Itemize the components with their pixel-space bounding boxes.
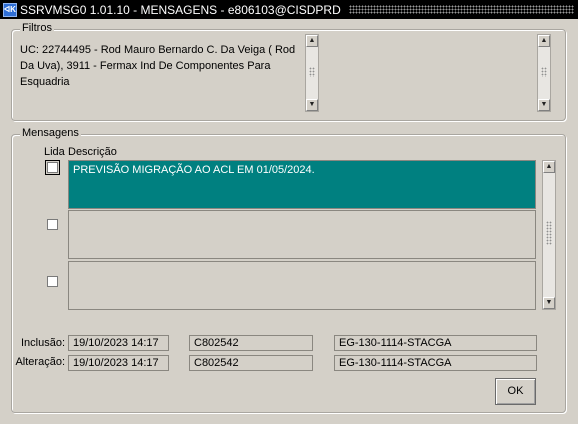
scroll-up-button[interactable]: ▲	[543, 161, 555, 173]
filters-legend: Filtros	[20, 22, 54, 34]
change-host-field[interactable]: EG-130-1114-STACGA	[334, 355, 537, 371]
arrow-up-icon: ▲	[540, 37, 548, 44]
scroll-grip-icon	[546, 221, 552, 245]
inclusion-date-field[interactable]: 19/10/2023 14:17	[68, 335, 169, 351]
app-window: ᐊK SSRVMSG0 1.01.10 - MENSAGENS - e80610…	[0, 0, 578, 424]
scroll-grip-icon	[541, 67, 547, 77]
inclusion-host-field[interactable]: EG-130-1114-STACGA	[334, 335, 537, 351]
arrow-down-icon: ▼	[540, 101, 548, 108]
inclusion-label: Inclusão:	[20, 337, 65, 349]
read-checkbox[interactable]	[45, 160, 60, 175]
messages-scrollbar[interactable]: ▲ ▼	[542, 160, 556, 310]
ok-button[interactable]: OK	[495, 378, 536, 405]
filters-scrollbar[interactable]: ▲ ▼	[305, 34, 319, 112]
read-checkbox[interactable]	[47, 219, 58, 230]
read-checkbox[interactable]	[47, 276, 58, 287]
window-title: SSRVMSG0 1.01.10 - MENSAGENS - e806103@C…	[20, 2, 341, 17]
message-row[interactable]: PREVISÃO MIGRAÇÃO AO ACL EM 01/05/2024.	[68, 160, 536, 209]
arrow-down-icon: ▼	[308, 101, 316, 108]
oracle-forms-icon: ᐊK	[3, 2, 17, 17]
message-description: PREVISÃO MIGRAÇÃO AO ACL EM 01/05/2024.	[73, 164, 315, 176]
filters-scrollbar-right[interactable]: ▲ ▼	[537, 34, 551, 112]
change-user-field[interactable]: C802542	[189, 355, 313, 371]
scroll-down-button[interactable]: ▼	[538, 99, 550, 111]
filters-text: UC: 22744495 - Rod Mauro Bernardo C. Da …	[20, 44, 296, 88]
message-row[interactable]	[68, 261, 536, 310]
title-bar-grip	[348, 5, 574, 14]
arrow-up-icon: ▲	[308, 37, 316, 44]
column-header-read: Lida	[44, 146, 65, 158]
change-label: Alteração:	[15, 356, 65, 368]
messages-legend: Mensagens	[20, 127, 81, 139]
title-bar[interactable]: ᐊK SSRVMSG0 1.01.10 - MENSAGENS - e80610…	[0, 0, 578, 19]
column-header-description: Descrição	[68, 146, 117, 158]
inclusion-user-field[interactable]: C802542	[189, 335, 313, 351]
arrow-up-icon: ▲	[545, 163, 553, 170]
window-body: Filtros UC: 22744495 - Rod Mauro Bernard…	[1, 19, 575, 421]
ok-button-label: OK	[507, 385, 524, 397]
scroll-down-button[interactable]: ▼	[543, 297, 555, 309]
scroll-up-button[interactable]: ▲	[538, 35, 550, 47]
filters-group: Filtros UC: 22744495 - Rod Mauro Bernard…	[11, 22, 566, 121]
arrow-down-icon: ▼	[545, 299, 553, 306]
scroll-down-button[interactable]: ▼	[306, 99, 318, 111]
change-date-field[interactable]: 19/10/2023 14:17	[68, 355, 169, 371]
scroll-up-button[interactable]: ▲	[306, 35, 318, 47]
message-row[interactable]	[68, 210, 536, 259]
scroll-grip-icon	[309, 67, 315, 77]
